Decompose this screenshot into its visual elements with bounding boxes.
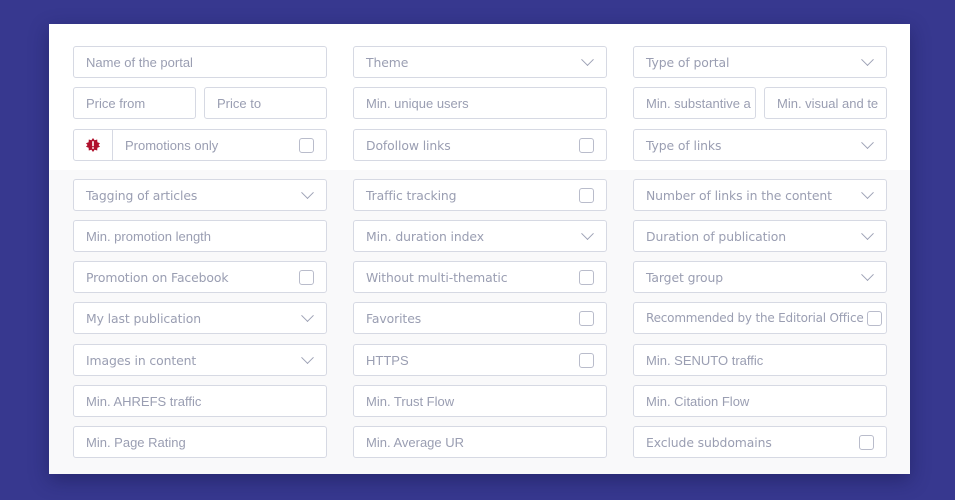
min-promotion-length-placeholder: Min. promotion length <box>86 228 212 244</box>
chevron-down-icon <box>301 350 314 364</box>
promotions-only-checkbox[interactable] <box>299 137 314 153</box>
without-multi-thematic-checkbox[interactable] <box>579 269 594 285</box>
tagging-of-articles-select[interactable]: Tagging of articles <box>73 179 327 211</box>
promotion-on-facebook-checkbox-field[interactable]: Promotion on Facebook <box>73 261 327 293</box>
name-of-portal-input[interactable]: Name of the portal <box>73 46 327 78</box>
target-group-select[interactable]: Target group <box>633 261 887 293</box>
price-to-input[interactable]: Price to <box>204 87 327 119</box>
min-page-rating-input[interactable]: Min. Page Rating <box>73 426 327 458</box>
min-ahrefs-traffic-placeholder: Min. AHREFS traffic <box>86 393 202 409</box>
traffic-tracking-label: Traffic tracking <box>366 187 457 203</box>
number-of-links-select[interactable]: Number of links in the content <box>633 179 887 211</box>
dofollow-links-checkbox[interactable] <box>579 137 594 153</box>
alert-badge-icon <box>74 130 113 160</box>
my-last-publication-select[interactable]: My last publication <box>73 302 327 334</box>
recommended-by-editorial-label: Recommended by the Editorial Office <box>646 311 864 325</box>
min-senuto-traffic-placeholder: Min. SENUTO traffic <box>646 352 764 368</box>
min-unique-users-input[interactable]: Min. unique users <box>353 87 607 119</box>
exclude-subdomains-checkbox-field[interactable]: Exclude subdomains <box>633 426 887 458</box>
recommended-by-editorial-checkbox-field[interactable]: Recommended by the Editorial Office <box>633 302 887 334</box>
dofollow-links-checkbox-field[interactable]: Dofollow links <box>353 129 607 161</box>
min-trust-flow-placeholder: Min. Trust Flow <box>366 393 455 409</box>
chevron-down-icon <box>581 52 594 66</box>
promotions-only-label: Promotions only <box>125 137 219 153</box>
theme-label: Theme <box>366 54 409 70</box>
promotions-only-checkbox-field[interactable]: Promotions only <box>73 129 327 161</box>
images-in-content-label: Images in content <box>86 352 197 368</box>
min-citation-flow-placeholder: Min. Citation Flow <box>646 393 750 409</box>
type-of-links-select[interactable]: Type of links <box>633 129 887 161</box>
favorites-checkbox-field[interactable]: Favorites <box>353 302 607 334</box>
min-unique-users-placeholder: Min. unique users <box>366 95 469 111</box>
min-substantive-input[interactable]: Min. substantive a <box>633 87 756 119</box>
chevron-down-icon <box>861 52 874 66</box>
number-of-links-label: Number of links in the content <box>646 187 832 203</box>
duration-of-publication-label: Duration of publication <box>646 228 786 244</box>
my-last-publication-label: My last publication <box>86 310 201 326</box>
dofollow-links-label: Dofollow links <box>366 137 451 153</box>
images-in-content-select[interactable]: Images in content <box>73 344 327 376</box>
min-page-rating-placeholder: Min. Page Rating <box>86 434 186 450</box>
duration-of-publication-select[interactable]: Duration of publication <box>633 220 887 252</box>
chevron-down-icon <box>581 226 594 240</box>
target-group-label: Target group <box>646 269 724 285</box>
min-average-ur-placeholder: Min. Average UR <box>366 434 465 450</box>
favorites-label: Favorites <box>366 310 422 326</box>
chevron-down-icon <box>861 185 874 199</box>
tagging-of-articles-label: Tagging of articles <box>86 187 198 203</box>
without-multi-thematic-checkbox-field[interactable]: Without multi-thematic <box>353 261 607 293</box>
price-from-placeholder: Price from <box>86 95 146 111</box>
type-of-links-label: Type of links <box>646 137 722 153</box>
min-visual-and-text-placeholder: Min. visual and te <box>777 95 879 111</box>
chevron-down-icon <box>861 267 874 281</box>
favorites-checkbox[interactable] <box>579 310 594 326</box>
min-visual-and-text-input[interactable]: Min. visual and te <box>764 87 887 119</box>
chevron-down-icon <box>861 135 874 149</box>
https-checkbox-field[interactable]: HTTPS <box>353 344 607 376</box>
filters-panel: Name of the portal Price from Price to P… <box>49 24 910 474</box>
chevron-down-icon <box>301 308 314 322</box>
name-of-portal-placeholder: Name of the portal <box>86 54 193 70</box>
https-checkbox[interactable] <box>579 352 594 368</box>
promotion-on-facebook-label: Promotion on Facebook <box>86 269 229 285</box>
min-duration-index-label: Min. duration index <box>366 228 484 244</box>
promotion-on-facebook-checkbox[interactable] <box>299 269 314 285</box>
min-substantive-placeholder: Min. substantive a <box>646 95 751 111</box>
price-to-placeholder: Price to <box>217 95 262 111</box>
min-senuto-traffic-input[interactable]: Min. SENUTO traffic <box>633 344 887 376</box>
theme-select[interactable]: Theme <box>353 46 607 78</box>
type-of-portal-label: Type of portal <box>646 54 730 70</box>
exclude-subdomains-label: Exclude subdomains <box>646 434 772 450</box>
min-trust-flow-input[interactable]: Min. Trust Flow <box>353 385 607 417</box>
min-average-ur-input[interactable]: Min. Average UR <box>353 426 607 458</box>
traffic-tracking-checkbox[interactable] <box>579 187 594 203</box>
chevron-down-icon <box>301 185 314 199</box>
min-duration-index-select[interactable]: Min. duration index <box>353 220 607 252</box>
https-label: HTTPS <box>366 352 409 368</box>
price-from-input[interactable]: Price from <box>73 87 196 119</box>
min-promotion-length-input[interactable]: Min. promotion length <box>73 220 327 252</box>
type-of-portal-select[interactable]: Type of portal <box>633 46 887 78</box>
without-multi-thematic-label: Without multi-thematic <box>366 269 508 285</box>
recommended-by-editorial-checkbox[interactable] <box>867 310 882 326</box>
traffic-tracking-checkbox-field[interactable]: Traffic tracking <box>353 179 607 211</box>
exclude-subdomains-checkbox[interactable] <box>859 434 874 450</box>
min-ahrefs-traffic-input[interactable]: Min. AHREFS traffic <box>73 385 327 417</box>
chevron-down-icon <box>861 226 874 240</box>
min-citation-flow-input[interactable]: Min. Citation Flow <box>633 385 887 417</box>
